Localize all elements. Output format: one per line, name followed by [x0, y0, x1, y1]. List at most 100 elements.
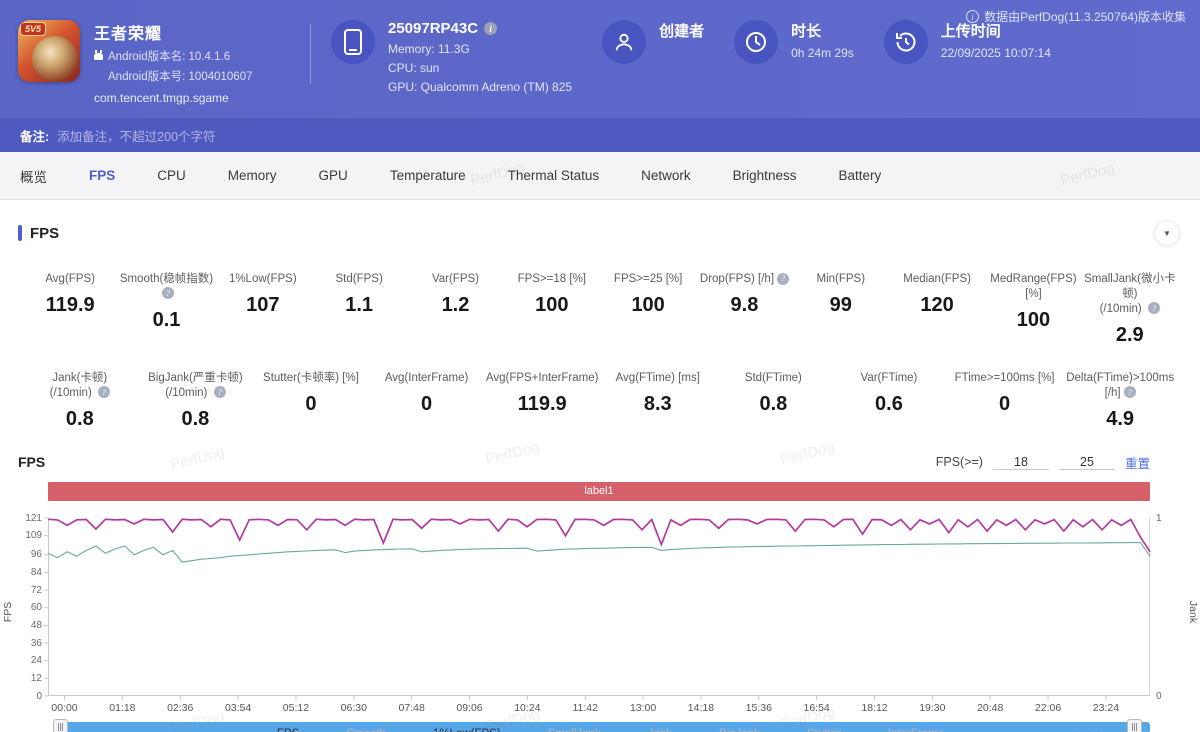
- x-tick: 16:54: [804, 702, 830, 714]
- metric: Median(FPS)120: [889, 272, 985, 347]
- x-tick: 03:54: [225, 702, 251, 714]
- metric: Avg(FPS) 119.9: [22, 272, 118, 347]
- metric-value: 100: [985, 309, 1081, 332]
- tab-fps[interactable]: FPS: [89, 168, 115, 183]
- x-tick: 18:12: [861, 702, 887, 714]
- x-tick: 23:24: [1093, 702, 1119, 714]
- android-version: Android版本名: 10.4.1.6: [108, 48, 230, 64]
- fps-threshold-input-2[interactable]: [1059, 455, 1115, 470]
- metric-label: Var(FTime): [831, 371, 947, 386]
- legend-label: SmallJank: [548, 728, 601, 732]
- package-name: com.tencent.tmgp.sgame: [94, 91, 294, 105]
- legend-label: Smooth: [346, 728, 386, 732]
- legend-item-1-low-fps-[interactable]: 1%Low(FPS): [412, 728, 501, 732]
- metric: Drop(FPS) [/h]? 9.8: [696, 272, 792, 347]
- x-tick: 11:42: [572, 702, 598, 714]
- metric-value: 8.3: [600, 393, 716, 416]
- tab-network[interactable]: Network: [641, 168, 691, 183]
- help-icon[interactable]: ?: [214, 386, 226, 398]
- metric: Delta(FTime)>100ms [/h]?4.9: [1062, 371, 1178, 431]
- right-y-tick: 1: [1156, 513, 1162, 524]
- y-tick: 72: [8, 585, 42, 596]
- header-divider: [310, 24, 311, 84]
- metric-label: MedRange(FPS)[%]: [985, 272, 1081, 302]
- creator-block: 创建者: [602, 20, 704, 64]
- tab-brightness[interactable]: Brightness: [733, 168, 797, 183]
- remark-bar[interactable]: 备注: 添加备注，不超过200个字符: [0, 118, 1200, 152]
- device-gpu: GPU: Qualcomm Adreno (TM) 825: [388, 80, 572, 94]
- tab-cpu[interactable]: CPU: [157, 168, 186, 183]
- metric-label: SmallJank(微小卡顿)(/10min) ?: [1082, 272, 1178, 317]
- legend-item-jank[interactable]: Jank: [627, 728, 672, 732]
- metric-value: 0.6: [831, 393, 947, 416]
- metric-value: 0.8: [716, 393, 832, 416]
- collapse-section-button[interactable]: ▼: [1154, 220, 1180, 246]
- metric-value: 0: [253, 393, 369, 416]
- metric: MedRange(FPS)[%] 100: [985, 272, 1081, 347]
- metric-value: 119.9: [484, 393, 600, 416]
- help-icon[interactable]: ?: [777, 273, 789, 285]
- x-tick: 09:06: [456, 702, 482, 714]
- y-tick: 12: [8, 673, 42, 684]
- tab-temperature[interactable]: Temperature: [390, 168, 466, 183]
- metric-label: Drop(FPS) [/h]?: [696, 272, 792, 287]
- x-tick: 15:36: [746, 702, 772, 714]
- header: i 数据由PerfDog(11.3.250764)版本收集 5V5 王者荣耀 A…: [0, 0, 1200, 118]
- chart-label-band: label1: [48, 482, 1150, 501]
- help-icon[interactable]: ?: [162, 287, 174, 299]
- legend-item-smalljank[interactable]: SmallJank: [527, 728, 601, 732]
- user-icon: [602, 20, 646, 64]
- legend-label: BigJank: [719, 728, 760, 732]
- help-icon[interactable]: ?: [98, 386, 110, 398]
- legend-item-bigjank[interactable]: BigJank: [698, 728, 760, 732]
- x-tick: 19:30: [919, 702, 945, 714]
- tab-thermal-status[interactable]: Thermal Status: [508, 168, 600, 183]
- metrics-row-2: Jank(卡顿)(/10min) ?0.8BigJank(严重卡顿)(/10mi…: [0, 371, 1200, 431]
- metric-value: 1.2: [407, 294, 503, 317]
- metric-label: Median(FPS): [889, 272, 985, 287]
- metric: Var(FPS)1.2: [407, 272, 503, 347]
- metric-label: Avg(FPS): [22, 272, 118, 287]
- perfdog-watermark: PerfDog: [1059, 160, 1117, 190]
- metric: Avg(FTime) [ms]8.3: [600, 371, 716, 431]
- data-collect-note: i 数据由PerfDog(11.3.250764)版本收集: [966, 8, 1186, 25]
- metric-value: 9.8: [696, 294, 792, 317]
- metric-label: Std(FPS): [311, 272, 407, 287]
- fps-threshold-input-1[interactable]: [993, 455, 1049, 470]
- metric-value: 0: [947, 393, 1063, 416]
- metric-value: 4.9: [1062, 408, 1178, 431]
- tab-概览[interactable]: 概览: [20, 166, 47, 186]
- x-tick: 05:12: [283, 702, 309, 714]
- device-block: 25097RP43C i Memory: 11.3G CPU: sun GPU:…: [331, 20, 572, 94]
- tab-gpu[interactable]: GPU: [319, 168, 348, 183]
- legend-item-smooth[interactable]: Smooth: [325, 728, 386, 732]
- reset-link[interactable]: 重置: [1125, 453, 1150, 472]
- tab-battery[interactable]: Battery: [838, 168, 881, 183]
- duration-label: 时长: [791, 20, 854, 41]
- y-tick: 84: [8, 567, 42, 578]
- metric-label: Std(FTime): [716, 371, 832, 386]
- metric: Smooth(稳帧指数)?0.1: [118, 272, 214, 347]
- x-tick: 20:48: [977, 702, 1003, 714]
- game-app-icon: 5V5: [18, 20, 80, 82]
- fps-threshold-label: FPS(>=): [936, 455, 983, 469]
- help-icon[interactable]: ?: [1124, 386, 1136, 398]
- metric-value: 119.9: [22, 294, 118, 317]
- legend-item-fps[interactable]: FPS: [256, 728, 299, 732]
- metric: SmallJank(微小卡顿)(/10min) ? 2.9: [1082, 272, 1178, 347]
- section-title: FPS: [30, 225, 59, 242]
- legend-item-stutter[interactable]: Stutter: [786, 728, 841, 732]
- device-info-icon[interactable]: i: [484, 22, 497, 35]
- legend-item-interframe[interactable]: InterFrame: [867, 728, 944, 732]
- metric-value: 107: [215, 294, 311, 317]
- metric-label: FTime>=100ms [%]: [947, 371, 1063, 386]
- info-icon: i: [966, 10, 979, 23]
- metric: Stutter(卡顿率) [%]0: [253, 371, 369, 431]
- metric-value: 2.9: [1082, 324, 1178, 347]
- upload-time-value: 22/09/2025 10:07:14: [941, 46, 1051, 60]
- legend-label: Stutter: [807, 728, 841, 732]
- fps-chart: label1 FPS Jank IT 之家 www.ithome.com 012…: [0, 478, 1200, 724]
- tab-memory[interactable]: Memory: [228, 168, 277, 183]
- y-tick: 36: [8, 638, 42, 649]
- help-icon[interactable]: ?: [1148, 302, 1160, 314]
